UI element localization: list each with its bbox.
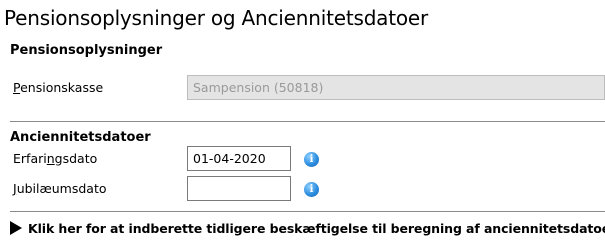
- pensionskasse-label-text: ensionskasse: [20, 80, 104, 95]
- jubilaeumsdato-label: Jubilæumsdato: [13, 181, 107, 196]
- pension-section-heading: Pensionsoplysninger: [10, 43, 163, 58]
- erfaringsdato-input[interactable]: [187, 146, 291, 171]
- erfaringsdato-label-post: gsdato: [54, 151, 98, 166]
- seniority-section-heading: Anciennitetsdatoer: [10, 130, 151, 145]
- jubilaeumsdato-info-icon[interactable]: i: [304, 182, 319, 197]
- pensionskasse-label: Pensionskasse: [13, 80, 103, 95]
- pensionskasse-field[interactable]: [187, 75, 605, 100]
- page-title: Pensionsoplysninger og Anciennitetsdatoe…: [4, 6, 429, 30]
- jubilaeumsdato-input[interactable]: [187, 176, 291, 201]
- triangle-right-icon: [10, 221, 22, 235]
- jubilaeumsdato-label-text: ubilæumsdato: [16, 181, 107, 196]
- expand-divider: [10, 211, 605, 212]
- erfaringsdato-label-accesskey: n: [46, 151, 55, 166]
- erfaringsdato-label: Erfaringsdato: [13, 151, 97, 166]
- previous-employment-expander-label: Klik her for at indberette tidligere bes…: [28, 220, 605, 236]
- section-divider: [10, 121, 605, 122]
- erfaringsdato-label-pre: Erfari: [13, 151, 47, 166]
- erfaringsdato-info-icon[interactable]: i: [304, 152, 319, 167]
- previous-employment-expander[interactable]: Klik her for at indberette tidligere bes…: [10, 219, 605, 237]
